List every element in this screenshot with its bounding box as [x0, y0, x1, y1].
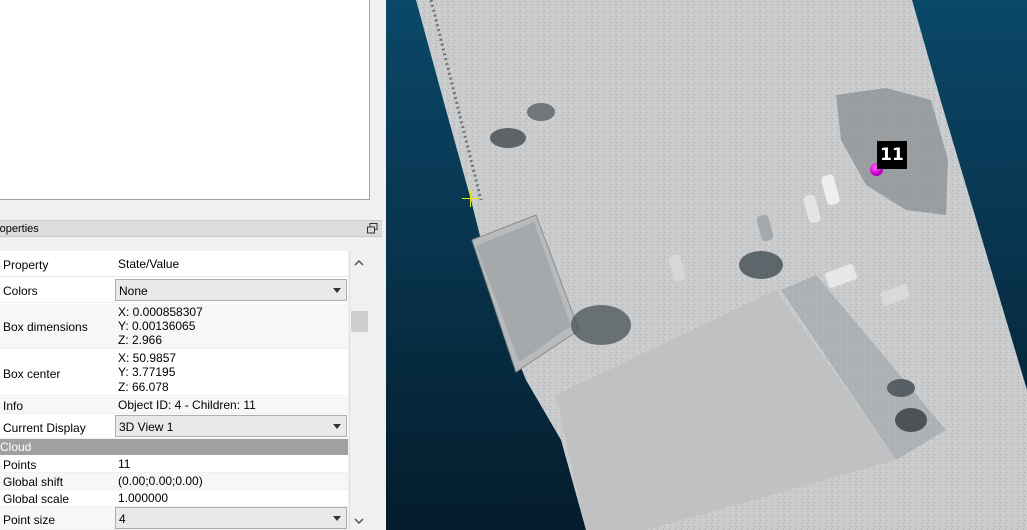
table-row: Info Object ID: 4 - Children: 11 [0, 397, 348, 414]
global-scale-value: 1.000000 [118, 491, 169, 505]
table-row: Points 11 [0, 456, 348, 473]
points-label: Points [3, 458, 37, 472]
point-label[interactable]: 11 [877, 141, 907, 169]
table-row: Box center X: 50.9857 Y: 3.77195 Z: 66.0… [0, 350, 348, 396]
current-display-value: 3D View 1 [119, 420, 174, 434]
table-row: Current Display 3D View 1 [0, 415, 348, 439]
table-row: Colors None [0, 278, 348, 303]
box-center-x: X: 50.9857 [118, 351, 177, 365]
global-shift-value: (0.00;0.00;0.00) [118, 474, 203, 488]
global-shift-label: Global shift [3, 475, 64, 489]
table-row: Box dimensions X: 0.000858307 Y: 0.00136… [0, 304, 348, 349]
info-value: Object ID: 4 - Children: 11 [118, 398, 256, 412]
current-display-combo[interactable]: 3D View 1 [115, 415, 347, 437]
float-dock-icon[interactable] [367, 223, 378, 234]
chevron-down-icon [333, 288, 341, 293]
colors-combo[interactable]: None [115, 279, 347, 301]
box-center-y: Y: 3.77195 [118, 365, 176, 379]
colors-combo-value: None [119, 284, 148, 298]
global-scale-label: Global scale [3, 492, 70, 506]
points-value: 11 [118, 457, 131, 471]
chevron-down-icon [333, 424, 341, 429]
header-state-value: State/Value [118, 257, 180, 271]
properties-title: roperties [0, 223, 39, 235]
table-row: Global shift (0.00;0.00;0.00) [0, 473, 348, 490]
box-center-z: Z: 66.078 [118, 380, 169, 394]
scroll-up-icon[interactable] [350, 254, 368, 272]
point-size-spinbox[interactable]: 4 [115, 507, 347, 529]
properties-scrollbar[interactable] [349, 251, 368, 530]
properties-table: Property State/Value Colors None Box dim… [0, 251, 348, 530]
properties-title-bar[interactable]: roperties [0, 220, 382, 237]
table-row: Global scale 1.000000 [0, 490, 348, 507]
crosshair-icon [462, 190, 479, 207]
point-cloud-render [416, 0, 1027, 530]
db-tree-area[interactable] [0, 0, 370, 200]
scrollbar-thumb[interactable] [351, 311, 368, 332]
scroll-down-icon[interactable] [350, 512, 368, 530]
header-property: Property [3, 258, 49, 272]
box-center-label: Box center [3, 367, 61, 381]
cloud-section-label: Cloud [0, 440, 32, 454]
colors-label: Colors [3, 284, 38, 298]
cloud-section-header: Cloud [0, 439, 348, 455]
box-dim-x: X: 0.000858307 [118, 305, 203, 319]
table-row: Point size 4 [0, 507, 348, 530]
chevron-down-icon [333, 516, 341, 521]
info-label: Info [3, 399, 24, 413]
left-panel: roperties Property State/Value Colors No… [0, 0, 386, 530]
point-size-value: 4 [119, 512, 126, 526]
current-display-label: Current Display [3, 421, 86, 435]
3d-view[interactable]: 11 [386, 0, 1027, 530]
box-dim-y: Y: 0.00136065 [118, 319, 196, 333]
point-size-label: Point size [3, 513, 56, 527]
box-dimensions-label: Box dimensions [3, 320, 88, 334]
panel-edge [370, 238, 386, 530]
box-dim-z: Z: 2.966 [118, 333, 163, 347]
table-header: Property State/Value [0, 251, 348, 277]
